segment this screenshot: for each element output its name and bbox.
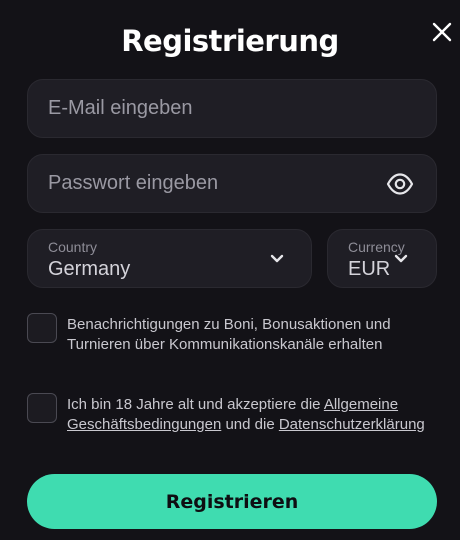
- email-input[interactable]: [28, 80, 436, 137]
- dialog-title: Registrierung: [121, 24, 339, 58]
- register-button[interactable]: Registrieren: [27, 474, 437, 529]
- terms-text-middle: und die: [221, 416, 279, 433]
- privacy-link[interactable]: Datenschutzerklärung: [279, 416, 425, 433]
- country-label: Country: [48, 239, 98, 255]
- country-select[interactable]: Country Germany: [27, 229, 312, 288]
- currency-value: EUR: [348, 258, 391, 280]
- currency-select[interactable]: Currency EUR: [327, 229, 437, 288]
- terms-text-before: Ich bin 18 Jahre alt und akzeptiere die: [67, 396, 324, 413]
- marketing-consent-text: Benachrichtigungen zu Boni, Bonusaktione…: [67, 316, 391, 353]
- currency-label: Currency: [348, 239, 405, 255]
- chevron-down-icon: [394, 254, 408, 263]
- terms-consent-row: Ich bin 18 Jahre alt und akzeptiere die …: [27, 393, 437, 455]
- password-input[interactable]: [28, 155, 436, 212]
- terms-consent-checkbox[interactable]: [27, 393, 57, 423]
- email-field[interactable]: [27, 79, 437, 138]
- country-value: Germany: [48, 258, 131, 280]
- password-field[interactable]: [27, 154, 437, 213]
- chevron-down-icon: [270, 254, 284, 263]
- eye-icon[interactable]: [386, 172, 414, 196]
- terms-consent-text: Ich bin 18 Jahre alt und akzeptiere die …: [67, 395, 427, 435]
- marketing-consent-row: Benachrichtigungen zu Boni, Bonusaktione…: [27, 313, 437, 375]
- marketing-consent-checkbox[interactable]: [27, 313, 57, 343]
